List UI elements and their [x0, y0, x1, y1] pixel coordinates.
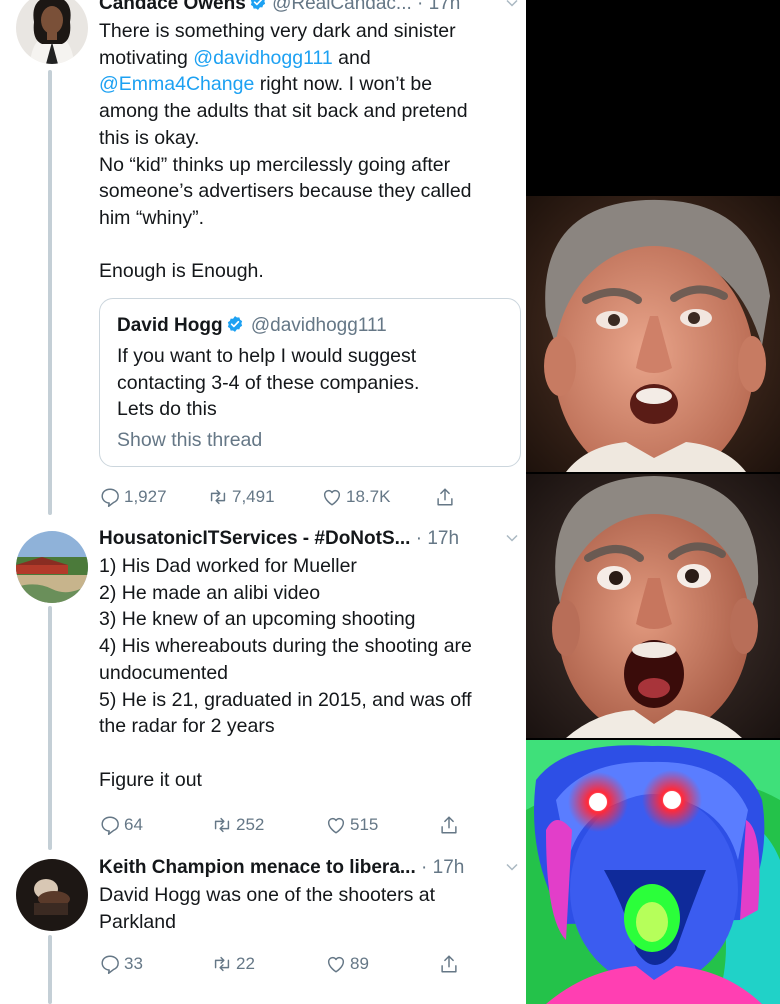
tweet-line: Enough is Enough. — [99, 260, 264, 283]
quoted-line: contacting 3-4 of these companies. — [117, 371, 420, 394]
tweet-timestamp[interactable]: · 17h — [417, 0, 460, 14]
retweet-count: 7,491 — [232, 487, 275, 506]
chevron-down-icon[interactable] — [506, 532, 518, 544]
share-icon — [437, 488, 453, 506]
tweet-text-run: motivating — [99, 46, 194, 69]
share-button[interactable] — [438, 951, 463, 977]
tweet-line: 5) He is 21, graduated in 2015, and was … — [99, 688, 472, 711]
reply-button[interactable]: 1,927 — [99, 484, 167, 510]
tweet-body: 1) His Dad worked for Mueller 2) He made… — [99, 553, 526, 793]
retweet-button[interactable]: 7,491 — [207, 484, 275, 510]
show-thread-link[interactable]: Show this thread — [117, 429, 262, 452]
tweet-thread: Candace Owens @RealCandac... · 17h There… — [0, 0, 526, 1004]
like-icon — [323, 489, 341, 506]
tweet-text-run: and — [332, 46, 371, 69]
tweet-line: 3) He knew of an upcoming shooting — [99, 608, 416, 631]
like-button[interactable]: 89 — [325, 951, 369, 977]
retweet-count: 252 — [236, 815, 265, 834]
tweet-line: him “whiny”. — [99, 206, 205, 229]
thread-connector — [48, 935, 52, 1004]
retweet-icon — [210, 489, 226, 505]
author-name[interactable]: Candace Owens — [99, 0, 246, 14]
tweet-line: No “kid” thinks up mercilessly going aft… — [99, 153, 451, 176]
like-button[interactable]: 18.7K — [321, 484, 390, 510]
share-button[interactable] — [434, 484, 459, 510]
reply-icon — [101, 816, 119, 835]
reply-button[interactable]: 33 — [99, 951, 143, 977]
like-icon — [327, 817, 345, 834]
tweet-actions: 1,927 7,491 18.7K — [99, 484, 479, 510]
mention-link[interactable]: @davidhogg111 — [193, 47, 332, 69]
quoted-tweet-body: If you want to help I would suggest cont… — [117, 343, 509, 423]
tweet-line: undocumented — [99, 661, 229, 684]
reply-button[interactable]: 64 — [99, 812, 143, 838]
author-name[interactable]: Keith Champion menace to libera... — [99, 857, 416, 878]
reply-count: 64 — [124, 815, 143, 834]
deep-fried-face-panel — [526, 740, 780, 1004]
quoted-author-handle: @davidhogg111 — [250, 315, 387, 336]
avatar-housatonic[interactable] — [16, 531, 88, 603]
quoted-tweet-card[interactable]: David Hogg @davidhogg111 If you want to … — [99, 298, 521, 467]
tweet-timestamp[interactable]: · 17h — [416, 528, 459, 549]
tweet-actions: 64 252 515 — [99, 812, 479, 838]
reply-icon — [101, 955, 119, 974]
tweet-body: There is something very dark and siniste… — [99, 18, 523, 285]
retweet-icon — [214, 817, 230, 833]
tweet-line: someone’s advertisers because they calle… — [99, 180, 472, 203]
tweet-body: David Hogg was one of the shooters at Pa… — [99, 882, 523, 935]
verified-badge-icon — [250, 0, 265, 10]
thread-connector — [48, 606, 52, 850]
tweet-line: this is okay. — [99, 126, 200, 149]
reaction-meme-column — [526, 0, 780, 1004]
tweet-line: @Emma4Change right now. I won’t be — [99, 71, 523, 98]
like-button[interactable]: 515 — [325, 812, 378, 838]
like-count: 18.7K — [346, 487, 391, 506]
verified-badge-icon — [227, 316, 242, 332]
author-handle[interactable]: @RealCandac... — [272, 0, 412, 14]
quoted-line: If you want to help I would suggest — [117, 345, 417, 367]
tweet-header: HousatonicITServices - #DoNotS... · 17h — [99, 526, 522, 552]
tweet-line: Parkland — [99, 910, 176, 933]
share-icon — [441, 955, 457, 973]
quoted-tweet-header: David Hogg @davidhogg111 — [117, 313, 387, 339]
tweet-text-run: right now. I won’t be — [254, 73, 433, 96]
tweet-line: 1) His Dad worked for Mueller — [99, 555, 357, 577]
reply-icon — [101, 488, 119, 507]
tweet-line: 4) His whereabouts during the shooting a… — [99, 635, 472, 658]
like-count: 515 — [350, 815, 379, 834]
like-icon — [327, 956, 345, 973]
tweet-line: among the adults that sit back and prete… — [99, 100, 468, 123]
tweet-line: There is something very dark and siniste… — [99, 20, 456, 42]
tweet-header: Keith Champion menace to libera... · 17h — [99, 855, 522, 881]
reply-count: 33 — [124, 954, 143, 973]
mention-link[interactable]: @Emma4Change — [99, 73, 254, 95]
tweet-header: Candace Owens @RealCandac... · 17h — [99, 0, 522, 17]
surprised-face-panel — [526, 196, 780, 472]
share-button[interactable] — [438, 812, 463, 838]
share-icon — [441, 816, 457, 834]
retweet-count: 22 — [236, 954, 255, 973]
quoted-line: Lets do this — [117, 398, 217, 421]
tweet-line: 2) He made an alibi video — [99, 581, 321, 604]
tweet-line: the radar for 2 years — [99, 715, 275, 738]
chevron-down-icon[interactable] — [506, 861, 518, 873]
like-count: 89 — [350, 954, 369, 973]
reply-count: 1,927 — [124, 487, 167, 506]
tweet-actions: 33 22 89 — [99, 951, 479, 977]
quoted-author-name: David Hogg — [117, 315, 223, 336]
author-name[interactable]: HousatonicITServices - #DoNotS... — [99, 528, 410, 549]
tweet-line: Figure it out — [99, 768, 202, 791]
tweet-line: David Hogg was one of the shooters at — [99, 884, 436, 906]
avatar-keith-champion[interactable] — [16, 859, 88, 931]
chevron-down-icon[interactable] — [506, 0, 518, 9]
shocked-face-panel — [526, 474, 780, 738]
tweet-timestamp[interactable]: · 17h — [421, 857, 464, 878]
thread-connector — [48, 70, 52, 515]
tweet-line: motivating @davidhogg111 and — [99, 45, 523, 72]
retweet-button[interactable]: 22 — [211, 951, 255, 977]
retweet-button[interactable]: 252 — [211, 812, 264, 838]
retweet-icon — [214, 956, 230, 972]
avatar-candace-owens[interactable] — [16, 0, 88, 64]
